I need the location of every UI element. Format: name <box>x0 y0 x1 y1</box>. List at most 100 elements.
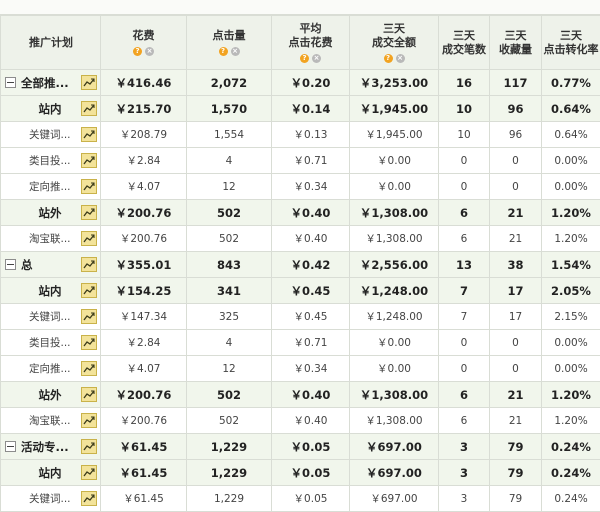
cell-cost: ￥200.76 <box>101 200 187 226</box>
cell-orders3: 13 <box>439 252 490 278</box>
cell-gmv3: ￥1,248.00 <box>350 278 439 304</box>
cell-fav3: 17 <box>490 304 542 330</box>
column-header-clicks[interactable]: 点击量?× <box>187 16 272 70</box>
cell-gmv3: ￥1,308.00 <box>350 382 439 408</box>
cell-cvr3: 1.20% <box>542 200 600 226</box>
collapse-toggle-icon[interactable] <box>5 77 16 88</box>
campaign-name[interactable]: 定向推... <box>19 361 81 376</box>
help-icon[interactable]: ? <box>133 47 142 56</box>
campaign-report-table: 推广计划花费?×点击量?×平均点击花费?×三天成交全额?×三天成交笔数三天收藏量… <box>0 15 600 512</box>
cell-cost: ￥61.45 <box>101 434 187 460</box>
campaign-name: 站内 <box>19 465 81 481</box>
help-icon[interactable]: ? <box>300 54 309 63</box>
campaign-name-cell: 站外 <box>1 382 101 408</box>
cell-cost: ￥355.01 <box>101 252 187 278</box>
collapse-toggle-icon[interactable] <box>5 259 16 270</box>
campaign-name[interactable]: 淘宝联... <box>19 231 81 246</box>
remove-column-icon[interactable]: × <box>312 54 321 63</box>
cell-avg_cpc: ￥0.14 <box>272 96 350 122</box>
trend-chart-icon[interactable] <box>81 101 97 116</box>
trend-chart-icon[interactable] <box>81 75 97 90</box>
column-header-label: 三天 <box>542 29 600 43</box>
sub-campaign-row: 类目投...￥2.844￥0.71￥0.00000.00% <box>1 330 600 356</box>
cell-orders3: 10 <box>439 122 490 148</box>
cell-orders3: 10 <box>439 96 490 122</box>
cell-avg_cpc: ￥0.05 <box>272 434 350 460</box>
trend-chart-icon[interactable] <box>81 179 97 194</box>
campaign-name-cell: 关键词... <box>1 122 101 148</box>
channel-row: 站外￥200.76502￥0.40￥1,308.006211.20% <box>1 382 600 408</box>
campaign-name[interactable]: 定向推... <box>19 179 81 194</box>
campaign-name[interactable]: 类目投... <box>19 153 81 168</box>
campaign-name[interactable]: 关键词... <box>19 127 81 142</box>
cell-gmv3: ￥1,945.00 <box>350 122 439 148</box>
cell-orders3: 0 <box>439 330 490 356</box>
sub-campaign-row: 定向推...￥4.0712￥0.34￥0.00000.00% <box>1 356 600 382</box>
cell-clicks: 4 <box>187 330 272 356</box>
column-header-label: 成交全额 <box>350 36 438 50</box>
channel-row: 站内￥61.451,229￥0.05￥697.003790.24% <box>1 460 600 486</box>
campaign-name-cell: 类目投... <box>1 148 101 174</box>
column-header-avg_cpc[interactable]: 平均点击花费?× <box>272 16 350 70</box>
cell-orders3: 0 <box>439 356 490 382</box>
trend-chart-icon[interactable] <box>81 283 97 298</box>
trend-chart-icon[interactable] <box>81 361 97 376</box>
cell-orders3: 3 <box>439 460 490 486</box>
trend-chart-icon[interactable] <box>81 153 97 168</box>
column-header-cost[interactable]: 花费?× <box>101 16 187 70</box>
cell-gmv3: ￥1,308.00 <box>350 226 439 252</box>
cell-fav3: 79 <box>490 460 542 486</box>
cell-gmv3: ￥3,253.00 <box>350 70 439 96</box>
remove-column-icon[interactable]: × <box>396 54 405 63</box>
trend-chart-icon[interactable] <box>81 257 97 272</box>
campaign-name[interactable]: 类目投... <box>19 335 81 350</box>
column-header-cvr3[interactable]: 三天点击转化率 <box>542 16 600 70</box>
campaign-name[interactable]: 关键词... <box>19 309 81 324</box>
trend-chart-icon[interactable] <box>81 465 97 480</box>
campaign-row: 全部推...￥416.462,072￥0.20￥3,253.00161170.7… <box>1 70 600 96</box>
help-icon[interactable]: ? <box>219 47 228 56</box>
cell-orders3: 3 <box>439 486 490 512</box>
trend-chart-icon[interactable] <box>81 413 97 428</box>
column-header-orders3[interactable]: 三天成交笔数 <box>439 16 490 70</box>
campaign-name: 活动专... <box>21 439 81 455</box>
cell-gmv3: ￥0.00 <box>350 148 439 174</box>
channel-row: 站内￥154.25341￥0.45￥1,248.007172.05% <box>1 278 600 304</box>
trend-chart-icon[interactable] <box>81 309 97 324</box>
column-header-label: 三天 <box>490 29 541 43</box>
cell-fav3: 21 <box>490 226 542 252</box>
column-header-label: 点击量 <box>187 29 271 43</box>
campaign-name-cell: 总 <box>1 252 101 278</box>
cell-fav3: 21 <box>490 382 542 408</box>
collapse-toggle-icon[interactable] <box>5 441 16 452</box>
column-header-fav3[interactable]: 三天收藏量 <box>490 16 542 70</box>
cell-cvr3: 0.64% <box>542 96 600 122</box>
campaign-name-cell: 全部推... <box>1 70 101 96</box>
cell-avg_cpc: ￥0.05 <box>272 486 350 512</box>
trend-chart-icon[interactable] <box>81 491 97 506</box>
remove-column-icon[interactable]: × <box>231 47 240 56</box>
remove-column-icon[interactable]: × <box>145 47 154 56</box>
campaign-name: 站外 <box>19 387 81 403</box>
trend-chart-icon[interactable] <box>81 335 97 350</box>
sub-campaign-row: 淘宝联...￥200.76502￥0.40￥1,308.006211.20% <box>1 226 600 252</box>
sub-campaign-row: 类目投...￥2.844￥0.71￥0.00000.00% <box>1 148 600 174</box>
campaign-name[interactable]: 淘宝联... <box>19 413 81 428</box>
trend-chart-icon[interactable] <box>81 387 97 402</box>
cell-cost: ￥154.25 <box>101 278 187 304</box>
cell-gmv3: ￥697.00 <box>350 460 439 486</box>
trend-chart-icon[interactable] <box>81 205 97 220</box>
column-header-gmv3[interactable]: 三天成交全额?× <box>350 16 439 70</box>
help-icon[interactable]: ? <box>384 54 393 63</box>
column-header-name[interactable]: 推广计划 <box>1 16 101 70</box>
cell-fav3: 21 <box>490 408 542 434</box>
cell-orders3: 7 <box>439 304 490 330</box>
trend-chart-icon[interactable] <box>81 439 97 454</box>
trend-chart-icon[interactable] <box>81 127 97 142</box>
campaign-name[interactable]: 关键词... <box>19 491 81 506</box>
cell-clicks: 1,229 <box>187 486 272 512</box>
cell-cvr3: 1.54% <box>542 252 600 278</box>
cell-orders3: 6 <box>439 382 490 408</box>
trend-chart-icon[interactable] <box>81 231 97 246</box>
column-header-label: 三天 <box>439 29 489 43</box>
